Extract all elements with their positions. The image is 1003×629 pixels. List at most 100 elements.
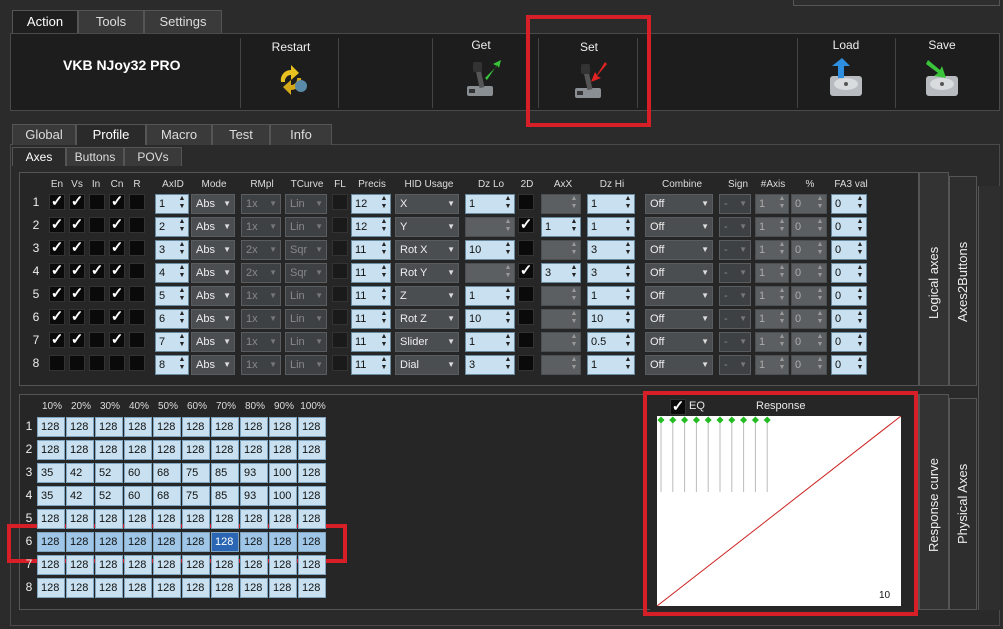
axis-in-checkbox[interactable] — [89, 194, 105, 210]
axid-spinner[interactable]: 1 ▲ ▼ — [155, 194, 189, 214]
fa3-value-input[interactable]: 0 ▲ ▼ — [831, 217, 867, 237]
2d-checkbox[interactable] — [518, 194, 534, 210]
curve-cell[interactable]: 128 — [95, 417, 123, 437]
2d-checkbox[interactable] — [518, 240, 534, 256]
curve-cell[interactable]: 128 — [37, 417, 65, 437]
axid-spinner[interactable]: 4 ▲ ▼ — [155, 263, 189, 283]
curve-cell[interactable]: 128 — [66, 578, 94, 598]
axis-r-checkbox[interactable] — [129, 263, 145, 279]
dz-hi-spinner[interactable]: 1 ▲ ▼ — [587, 286, 635, 306]
subtab-buttons[interactable]: Buttons — [66, 147, 124, 166]
combine-dropdown[interactable]: Off ▼ — [645, 355, 713, 375]
axis-in-checkbox[interactable] — [89, 355, 105, 371]
curve-cell[interactable]: 128 — [153, 578, 181, 598]
fl-checkbox[interactable] — [332, 194, 348, 210]
axis-r-checkbox[interactable] — [129, 355, 145, 371]
axis-in-checkbox[interactable]: ✓ — [89, 263, 105, 279]
axid-spinner[interactable]: 2 ▲ ▼ — [155, 217, 189, 237]
curve-cell[interactable]: 128 — [211, 509, 239, 529]
curve-cell[interactable]: 128 — [211, 532, 239, 552]
curve-cell[interactable]: 128 — [240, 532, 268, 552]
curve-cell[interactable]: 128 — [37, 509, 65, 529]
curve-cell[interactable]: 52 — [95, 486, 123, 506]
fa3-value-input[interactable]: 0 ▲ ▼ — [831, 332, 867, 352]
axid-spinner[interactable]: 3 ▲ ▼ — [155, 240, 189, 260]
axis-in-checkbox[interactable] — [89, 309, 105, 325]
curve-cell[interactable]: 128 — [124, 509, 152, 529]
axis-vs-checkbox[interactable]: ✓ — [69, 240, 85, 256]
curve-cell[interactable]: 128 — [66, 555, 94, 575]
hid-usage-dropdown[interactable]: Slider ▼ — [395, 332, 459, 352]
axis-r-checkbox[interactable] — [129, 286, 145, 302]
fa3-value-input[interactable]: 0 ▲ ▼ — [831, 240, 867, 260]
curve-cell[interactable]: 128 — [298, 463, 326, 483]
curve-cell[interactable]: 35 — [37, 486, 65, 506]
mode-dropdown[interactable]: Abs ▼ — [191, 309, 235, 329]
save-button[interactable]: Save — [905, 38, 979, 103]
axis-vs-checkbox[interactable]: ✓ — [69, 194, 85, 210]
curve-cell[interactable]: 128 — [240, 440, 268, 460]
dz-hi-spinner[interactable]: 1 ▲ ▼ — [587, 217, 635, 237]
curve-cell[interactable]: 128 — [211, 555, 239, 575]
axid-spinner[interactable]: 5 ▲ ▼ — [155, 286, 189, 306]
fa3-value-input[interactable]: 0 ▲ ▼ — [831, 355, 867, 375]
precis-spinner[interactable]: 12 ▲ ▼ — [351, 217, 391, 237]
tab-test[interactable]: Test — [212, 124, 270, 145]
fl-checkbox[interactable] — [332, 217, 348, 233]
curve-cell[interactable]: 100 — [269, 463, 297, 483]
axes2buttons-side-tab[interactable]: Axes2Buttons — [949, 176, 977, 386]
curve-cell[interactable]: 60 — [124, 486, 152, 506]
curve-cell[interactable]: 128 — [37, 578, 65, 598]
axx-spinner[interactable]: 3 ▲ ▼ — [541, 263, 581, 283]
logical-axes-side-tab[interactable]: Logical axes — [919, 172, 949, 386]
curve-cell[interactable]: 100 — [269, 486, 297, 506]
curve-cell[interactable]: 35 — [37, 463, 65, 483]
combine-dropdown[interactable]: Off ▼ — [645, 332, 713, 352]
curve-cell[interactable]: 85 — [211, 463, 239, 483]
curve-cell[interactable]: 128 — [240, 509, 268, 529]
curve-cell[interactable]: 128 — [153, 509, 181, 529]
fl-checkbox[interactable] — [332, 309, 348, 325]
curve-cell[interactable]: 128 — [182, 440, 210, 460]
precis-spinner[interactable]: 11 ▲ ▼ — [351, 286, 391, 306]
axis-vs-checkbox[interactable]: ✓ — [69, 217, 85, 233]
2d-checkbox[interactable] — [518, 355, 534, 371]
axis-vs-checkbox[interactable]: ✓ — [69, 309, 85, 325]
curve-cell[interactable]: 128 — [182, 417, 210, 437]
combine-dropdown[interactable]: Off ▼ — [645, 240, 713, 260]
curve-cell[interactable]: 128 — [66, 440, 94, 460]
curve-cell[interactable]: 128 — [153, 555, 181, 575]
curve-cell[interactable]: 128 — [153, 417, 181, 437]
curve-cell[interactable]: 128 — [37, 532, 65, 552]
2d-checkbox[interactable]: ✓ — [518, 263, 534, 279]
curve-cell[interactable]: 85 — [211, 486, 239, 506]
dz-hi-spinner[interactable]: 1 ▲ ▼ — [587, 355, 635, 375]
combine-dropdown[interactable]: Off ▼ — [645, 194, 713, 214]
dz-lo-spinner[interactable]: 1 ▲ ▼ — [465, 286, 515, 306]
mode-dropdown[interactable]: Abs ▼ — [191, 286, 235, 306]
axis-r-checkbox[interactable] — [129, 217, 145, 233]
fa3-value-input[interactable]: 0 ▲ ▼ — [831, 286, 867, 306]
dz-lo-spinner[interactable]: 1 ▲ ▼ — [465, 332, 515, 352]
curve-cell[interactable]: 52 — [95, 463, 123, 483]
axis-en-checkbox[interactable]: ✓ — [49, 217, 65, 233]
get-button[interactable]: Get — [443, 38, 519, 103]
axis-en-checkbox[interactable]: ✓ — [49, 263, 65, 279]
axis-en-checkbox[interactable]: ✓ — [49, 194, 65, 210]
curve-cell[interactable]: 75 — [182, 486, 210, 506]
axis-r-checkbox[interactable] — [129, 240, 145, 256]
load-button[interactable]: Load — [809, 38, 883, 103]
fl-checkbox[interactable] — [332, 286, 348, 302]
curve-cell[interactable]: 128 — [66, 509, 94, 529]
curve-cell[interactable]: 128 — [211, 440, 239, 460]
curve-cell[interactable]: 128 — [298, 417, 326, 437]
curve-cell[interactable]: 42 — [66, 486, 94, 506]
curve-cell[interactable]: 68 — [153, 463, 181, 483]
dz-hi-spinner[interactable]: 1 ▲ ▼ — [587, 194, 635, 214]
curve-cell[interactable]: 68 — [153, 486, 181, 506]
curve-cell[interactable]: 128 — [182, 509, 210, 529]
curve-cell[interactable]: 42 — [66, 463, 94, 483]
fl-checkbox[interactable] — [332, 263, 348, 279]
curve-cell[interactable]: 128 — [211, 578, 239, 598]
menu-tab-settings[interactable]: Settings — [144, 10, 222, 33]
